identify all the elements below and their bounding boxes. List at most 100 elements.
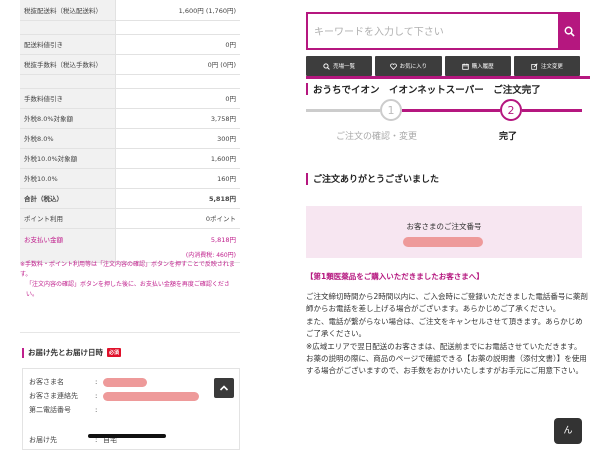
row-label: 外税8.0%対象額 — [20, 108, 116, 129]
scroll-to-top-button[interactable] — [214, 378, 234, 398]
table-row: 外税8.0%対象額 3,758円 — [20, 108, 240, 129]
colon: : — [95, 392, 98, 400]
thanks-heading: ご注文ありがとうございました — [306, 172, 439, 185]
title-accent-bar — [306, 172, 308, 185]
tab-underline — [306, 76, 590, 79]
row-value: 5,818円 — [115, 188, 240, 209]
notice-paragraph: お薬の説明の際に、商品のページで確認できる【お薬の説明書（添付文書）】を使用する… — [306, 354, 587, 376]
shipping-section-title: お届け先とお届け日時 必須 — [22, 347, 122, 358]
colon: : — [95, 378, 98, 386]
table-row: 外税8.0% 300円 — [20, 128, 240, 149]
payment-total: 5,818円 — [210, 235, 236, 244]
edit-icon — [531, 62, 538, 70]
customer-contact-row: お客さま連絡先 : — [29, 391, 199, 401]
title-accent-bar — [306, 83, 308, 95]
home-indicator — [88, 434, 166, 438]
row-label: 外税8.0% — [20, 128, 116, 149]
search-icon — [323, 62, 330, 70]
shipping-title: お届け先とお届け日時 — [28, 348, 103, 357]
table-row-total: 合計（税込） 5,818円 — [20, 188, 240, 209]
row-value: 1,600円 — [115, 148, 240, 169]
table-row: 配送料値引き 0円 — [20, 34, 240, 55]
progress-steps: 1 2 ご注文の確認・変更 完了 — [306, 98, 590, 148]
row-label: 手数料値引き — [20, 88, 116, 109]
second-phone-label: 第二電話番号 — [29, 406, 71, 414]
customer-name-row: お客さま名 : — [29, 377, 147, 387]
step-line-left — [306, 109, 380, 112]
heart-icon — [389, 63, 397, 70]
right-panel: 売場一覧 お気に入り 購入履歴 注文変更 おう — [306, 0, 600, 450]
step-1-label: ご注文の確認・変更 — [336, 132, 418, 142]
tab-label: お気に入り — [399, 64, 428, 70]
row-label: お支払い金額 — [20, 228, 116, 263]
calendar-icon — [461, 63, 469, 70]
thanks-heading-text: ご注文ありがとうございました — [313, 175, 440, 185]
order-number-box: お客さまのご注文番号 — [306, 206, 582, 258]
row-value: 1,600円 (1,760円) — [115, 0, 240, 21]
left-panel: 税抜配送料（税込配送料） 1,600円 (1,760円) 配送料値引き 0円 税… — [0, 0, 296, 450]
second-phone-row: 第二電話番号 : — [29, 405, 103, 415]
customer-name-label: お客さま名 — [29, 378, 64, 386]
row-value-cell: 5,818円 (内消費税: 460円) — [115, 228, 240, 263]
destination-label: お届け先 — [29, 436, 57, 444]
redacted-order-number — [403, 237, 483, 247]
medicine-notice-title: 【第1類医薬品をご購入いただきましたお客さまへ】 — [306, 272, 484, 281]
tab-label: 売場一覧 — [333, 64, 356, 70]
row-value: 160円 — [115, 168, 240, 189]
table-row: 税抜配送料（税込配送料） 1,600円 (1,760円) — [20, 0, 240, 21]
row-label: 税抜手数料（税込手数料） — [20, 54, 116, 75]
table-row: 外税10.0%対象額 1,600円 — [20, 148, 240, 169]
brand-icon[interactable]: ん — [554, 418, 582, 444]
redacted-contact — [103, 391, 199, 401]
page-title: おうちでイオン イオンネットスーパー ご注文完了 — [306, 82, 541, 96]
tab-purchase-history[interactable]: 購入履歴 — [444, 56, 511, 76]
row-value: 3,758円 — [115, 108, 240, 129]
step-2-circle: 2 — [500, 99, 522, 121]
tab-sales-floor[interactable]: 売場一覧 — [306, 56, 373, 76]
step-line-middle — [402, 109, 500, 112]
nav-tabs: 売場一覧 お気に入り 購入履歴 注文変更 — [306, 56, 580, 76]
notice-paragraph: ※広域エリアで翌日配送のお客さまは、配送前までにお電話させていただきます。 — [306, 341, 582, 351]
tab-label: 注文変更 — [540, 64, 563, 70]
step-1-circle: 1 — [380, 99, 402, 121]
tab-label: 購入履歴 — [471, 64, 494, 70]
search-input[interactable] — [314, 20, 554, 44]
medicine-notice-body: ご注文締切時間から2時間以内に、ご入会時にご登録いただきました電話番号に薬剤師か… — [306, 291, 588, 378]
fee-note: ※手数料・ポイント利用等は「注文内容の確認」ボタンを押すことで反映されます。 「… — [20, 260, 240, 300]
redacted-name — [103, 377, 147, 387]
row-label: 外税10.0% — [20, 168, 116, 189]
order-number-label: お客さまのご注文番号 — [406, 222, 482, 231]
row-value: 0円 (0円) — [115, 54, 240, 75]
step-2-label: 完了 — [499, 132, 518, 142]
row-value: 0ポイント — [115, 208, 240, 229]
note-line: ※手数料・ポイント利用等は「注文内容の確認」ボタンを押すことで反映されます。 — [20, 261, 235, 278]
search-button[interactable] — [558, 12, 580, 50]
table-row: 税抜手数料（税込手数料） 0円 (0円) — [20, 54, 240, 75]
tab-favorites[interactable]: お気に入り — [375, 56, 442, 76]
row-label: 合計（税込） — [20, 188, 116, 209]
row-value: 0円 — [115, 34, 240, 55]
table-row-payment: お支払い金額 5,818円 (内消費税: 460円) — [20, 228, 240, 263]
row-label: 配送料値引き — [20, 34, 116, 55]
step-line-right — [522, 109, 582, 112]
chevron-up-icon — [219, 385, 229, 391]
panel-divider — [296, 0, 306, 450]
tab-order-change[interactable]: 注文変更 — [513, 56, 580, 76]
page-title-text: おうちでイオン イオンネットスーパー ご注文完了 — [313, 85, 541, 96]
note-line: 「注文内容の確認」ボタンを押した後に、お支払い金額を再度ご確認ください。 — [26, 281, 230, 298]
table-row-spacer — [20, 74, 240, 89]
row-value: 0円 — [115, 88, 240, 109]
notice-paragraph: また、電話が繋がらない場合は、ご注文をキャンセルさせて頂きます。あらかじめご了承… — [306, 316, 583, 339]
search-icon — [564, 26, 575, 37]
required-badge: 必須 — [107, 348, 122, 357]
table-row: 手数料値引き 0円 — [20, 88, 240, 109]
title-accent-bar — [22, 347, 24, 358]
row-label: ポイント利用 — [20, 208, 116, 229]
table-row-spacer — [20, 20, 240, 35]
table-row: 外税10.0% 160円 — [20, 168, 240, 189]
price-summary-table: 税抜配送料（税込配送料） 1,600円 (1,760円) 配送料値引き 0円 税… — [20, 0, 240, 263]
tax-included-note: (内消費税: 460円) — [185, 251, 236, 259]
row-value: 300円 — [115, 128, 240, 149]
row-label: 税抜配送料（税込配送料） — [20, 0, 116, 21]
colon: : — [95, 406, 98, 414]
